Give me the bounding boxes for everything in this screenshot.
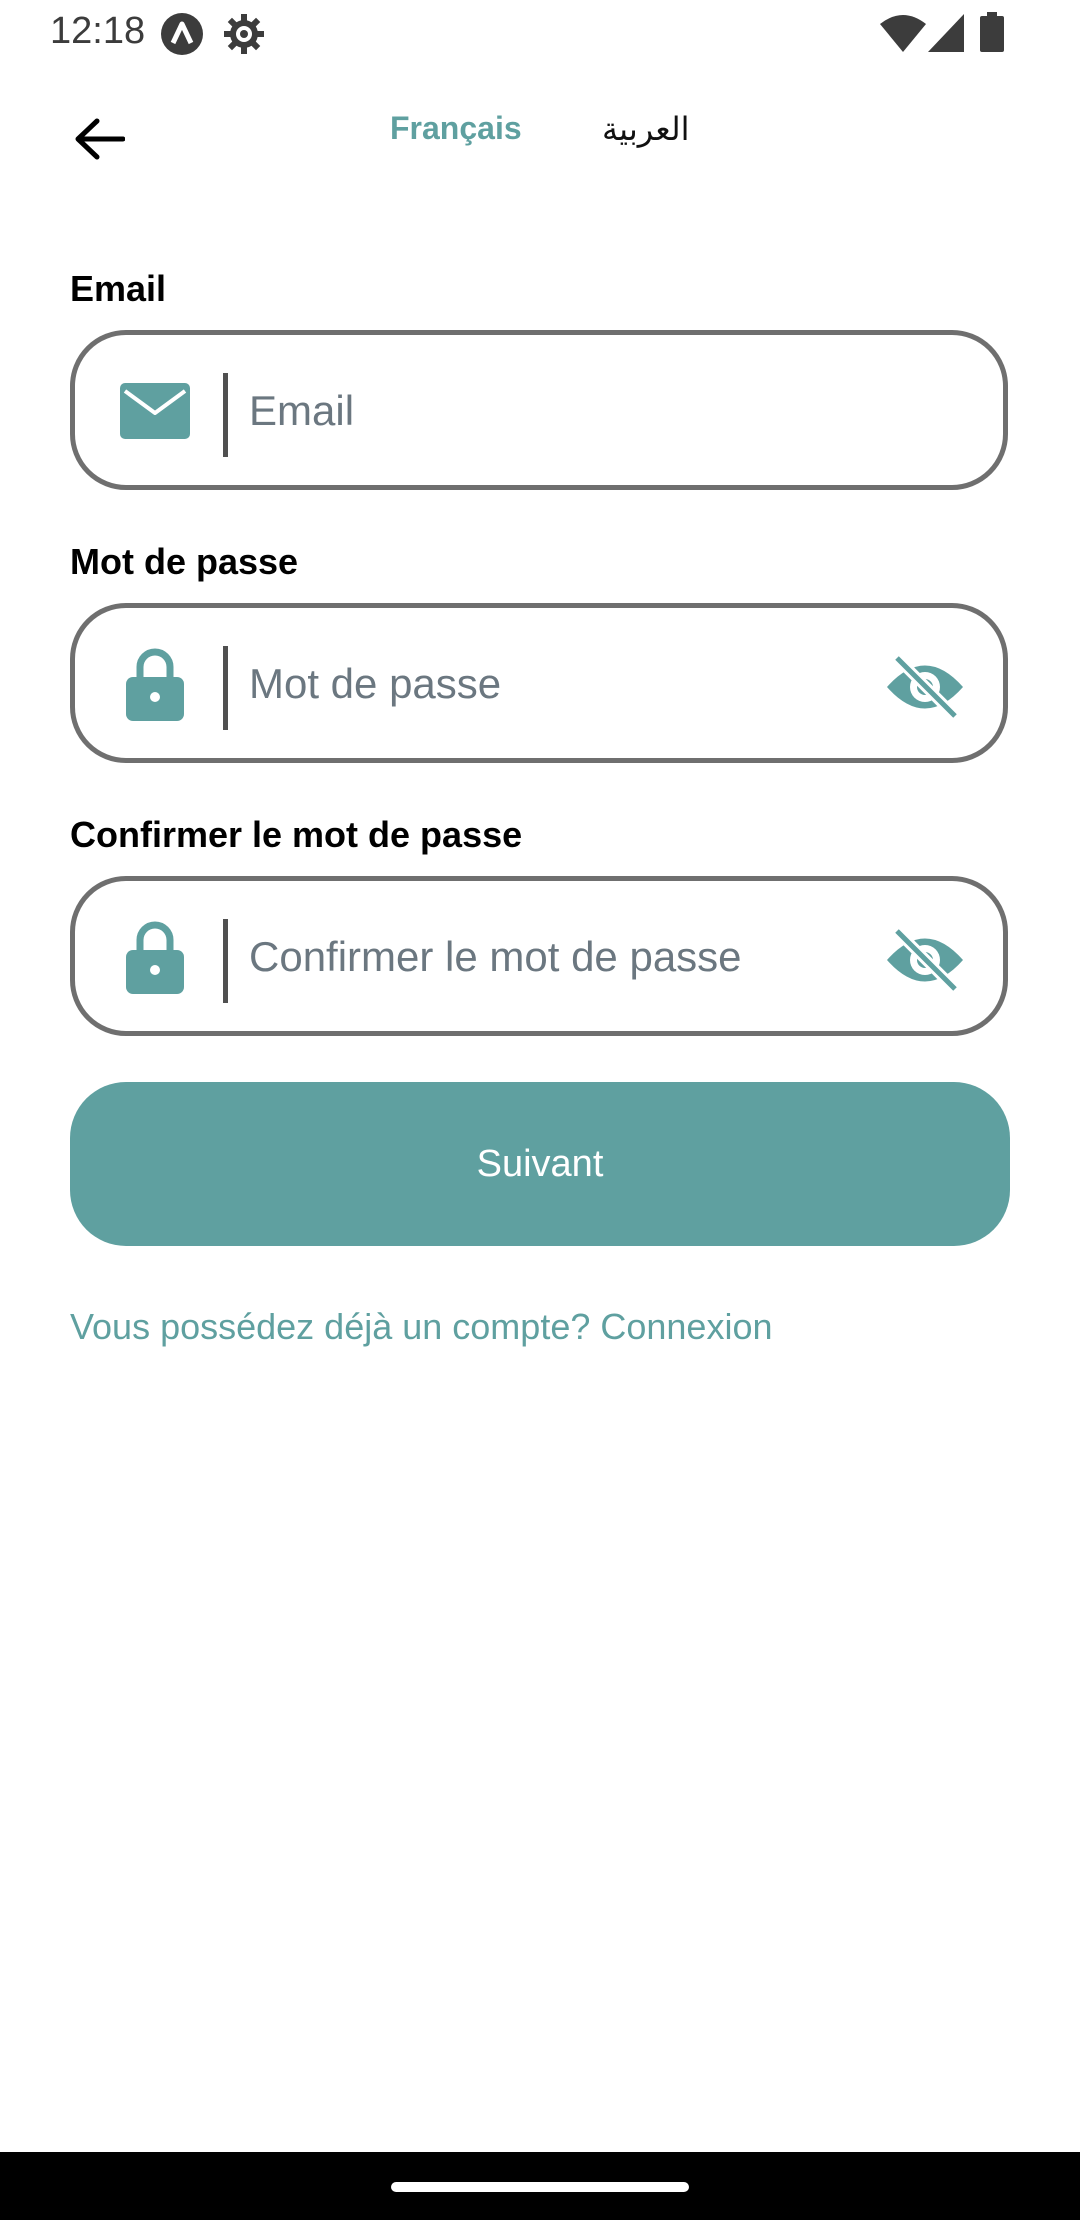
home-indicator[interactable]: [391, 2182, 689, 2192]
password-label: Mot de passe: [70, 541, 299, 582]
status-bar: 12:18: [0, 0, 1080, 64]
toggle-password-visibility-button[interactable]: [883, 652, 967, 722]
eye-off-icon: [887, 927, 963, 993]
field-divider: [223, 646, 228, 730]
status-time: 12:18: [50, 10, 146, 52]
navigation-bar: [0, 2152, 1080, 2220]
field-divider: [223, 373, 228, 457]
signal-icon: [928, 14, 964, 57]
envelope-icon: [119, 375, 191, 447]
wifi-icon: [880, 14, 926, 57]
back-button[interactable]: [62, 102, 136, 176]
confirm-password-label: Confirmer le mot de passe: [70, 814, 523, 855]
password-field[interactable]: [70, 603, 1008, 763]
battery-icon: [980, 12, 1004, 57]
lock-icon: [119, 921, 191, 994]
toggle-confirm-password-visibility-button[interactable]: [883, 925, 967, 995]
field-divider: [223, 919, 228, 1003]
lock-icon: [119, 648, 191, 721]
next-button[interactable]: Suivant: [70, 1082, 1010, 1246]
email-field[interactable]: [70, 330, 1008, 490]
a-circle-icon: [160, 12, 204, 61]
confirm-password-field[interactable]: [70, 876, 1008, 1036]
top-bar: Français العربية: [0, 90, 1080, 170]
login-link[interactable]: Vous possédez déjà un compte? Connexion: [70, 1306, 773, 1348]
confirm-password-input[interactable]: [247, 911, 811, 1003]
arrow-left-icon: [75, 118, 125, 160]
eye-off-icon: [887, 654, 963, 720]
password-input[interactable]: [247, 638, 811, 730]
email-label: Email: [70, 268, 167, 309]
language-arabic-tab[interactable]: العربية: [602, 110, 689, 148]
language-french-tab[interactable]: Français: [390, 110, 522, 147]
gear-icon: [222, 12, 266, 61]
email-input[interactable]: [247, 365, 811, 457]
